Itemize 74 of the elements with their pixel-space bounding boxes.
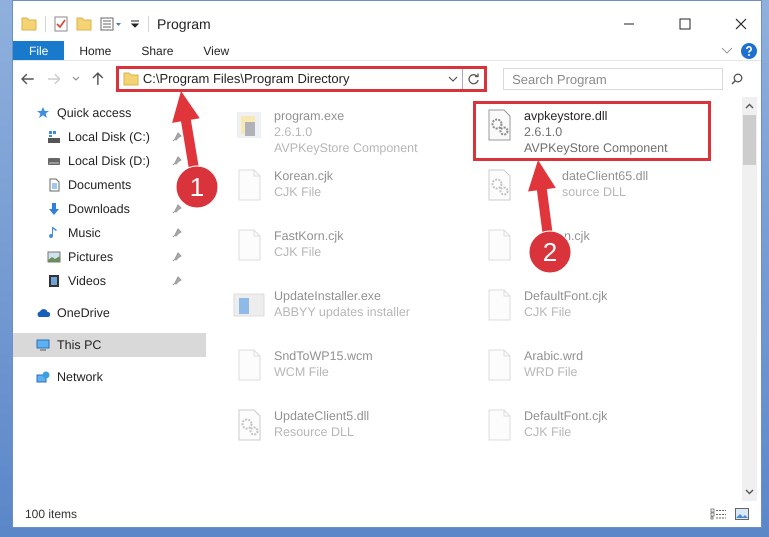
picture-icon: [47, 250, 61, 264]
pin-icon[interactable]: [172, 276, 182, 286]
callout-badge: [176, 166, 218, 208]
refresh-icon[interactable]: [467, 72, 480, 86]
chevron-down-icon[interactable]: [745, 489, 754, 495]
details-view-icon[interactable]: [710, 508, 727, 520]
file-detail: CJK File: [524, 304, 572, 320]
pin-icon[interactable]: [172, 156, 182, 166]
folder-icon[interactable]: [76, 17, 92, 31]
properties-icon[interactable]: [100, 17, 122, 31]
maximize-icon[interactable]: [679, 18, 691, 30]
dropdown-icon[interactable]: [130, 19, 140, 29]
search-icon[interactable]: [731, 73, 744, 85]
file-name[interactable]: avpkeystore.dll: [524, 108, 668, 124]
file-detail: 2.6.1.0: [274, 124, 314, 140]
callout-number: 2: [542, 237, 558, 267]
file-detail: WRD File: [524, 364, 578, 380]
nav-item[interactable]: Videos: [13, 269, 114, 293]
file-detail: CJK File: [274, 244, 322, 260]
nav-item[interactable]: Local Disk (C:): [13, 125, 158, 149]
network-icon: [36, 370, 50, 384]
address-bar[interactable]: C:\Program Files\Program Directory: [116, 66, 488, 92]
item-count: 100 items: [25, 506, 78, 523]
pin-icon[interactable]: [172, 252, 182, 262]
ribbon-tab[interactable]: Share: [126, 41, 188, 60]
file-detail: ABBYY updates installer: [274, 304, 410, 320]
file-detail: WCM File: [274, 364, 330, 380]
folder-icon: [122, 72, 139, 86]
file-detail: source DLL: [562, 184, 627, 200]
pin-icon[interactable]: [172, 132, 182, 142]
nav-item[interactable]: Downloads: [13, 197, 138, 221]
pin-icon[interactable]: [172, 204, 182, 214]
forward-arrow-icon[interactable]: [46, 73, 60, 85]
nav-item[interactable]: Pictures: [13, 245, 122, 269]
callout-number: 1: [190, 172, 204, 202]
nav-item[interactable]: Quick access: [13, 101, 140, 125]
star-icon: [36, 106, 50, 120]
close-icon[interactable]: [735, 18, 747, 30]
checklist-icon[interactable]: [54, 16, 68, 32]
chevron-down-icon[interactable]: [72, 76, 80, 82]
cloud-icon: [36, 306, 50, 320]
back-arrow-icon[interactable]: [21, 73, 35, 85]
download-arrow-icon: [47, 202, 61, 216]
chevron-down-icon[interactable]: [448, 76, 458, 82]
file-detail: 2.6.1.0: [524, 124, 564, 140]
nav-item[interactable]: Local Disk (D:): [13, 149, 158, 173]
film-icon: [47, 274, 61, 288]
ribbon-tab[interactable]: Home: [64, 41, 126, 60]
nav-item[interactable]: Documents: [13, 173, 140, 197]
monitor-icon: [36, 338, 50, 352]
up-arrow-icon[interactable]: [92, 72, 104, 86]
address-path: C:\Program Files\Program Directory: [142, 70, 350, 88]
file-detail: CJK File: [524, 424, 572, 440]
nav-item[interactable]: Music: [13, 221, 109, 245]
window-title: Program: [157, 14, 211, 34]
nav-item[interactable]: This PC: [13, 333, 206, 357]
help-icon[interactable]: [741, 42, 757, 58]
pin-icon[interactable]: [172, 228, 182, 238]
large-icons-view-icon[interactable]: [735, 508, 749, 520]
search-field[interactable]: Search Program: [503, 68, 724, 90]
file-detail: AVPKeyStore Component: [524, 140, 668, 156]
ribbon-tab[interactable]: File: [13, 41, 64, 60]
nav-item[interactable]: Network: [13, 365, 111, 389]
nav-item[interactable]: OneDrive: [13, 301, 118, 325]
file-detail: AVPKeyStore Component: [274, 140, 418, 156]
file-detail: Resource DLL: [274, 424, 355, 440]
document-icon: [47, 178, 61, 192]
chevron-up-icon[interactable]: [745, 103, 754, 109]
file-detail: CJK File: [274, 184, 322, 200]
folder-icon[interactable]: [21, 17, 37, 31]
scrollbar[interactable]: [742, 97, 757, 501]
ribbon-tab[interactable]: View: [188, 41, 244, 60]
drive-icon: [47, 130, 61, 144]
scrollbar-thumb[interactable]: [743, 115, 756, 165]
